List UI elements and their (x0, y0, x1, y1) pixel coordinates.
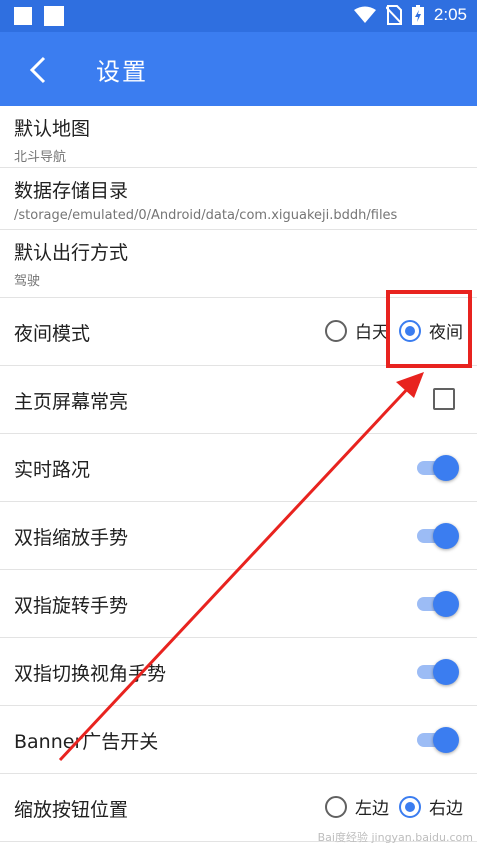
radio-button-selected[interactable] (399, 795, 421, 818)
radio-day[interactable]: 白天 (325, 318, 389, 343)
setting-value: /storage/emulated/0/Android/data/com.xig… (14, 208, 398, 223)
setting-travel-mode[interactable]: 默认出行方式 驾驶 (0, 230, 477, 298)
status-bar: 2:05 (0, 0, 477, 32)
setting-storage-dir[interactable]: 数据存储目录 /storage/emulated/0/Android/data/… (0, 168, 477, 230)
radio-right[interactable]: 右边 (399, 794, 463, 819)
setting-pinch-zoom[interactable]: 双指缩放手势 (0, 502, 477, 570)
setting-rotate[interactable]: 双指旋转手势 (0, 570, 477, 638)
settings-list: 默认地图 北斗导航 数据存储目录 /storage/emulated/0/And… (0, 106, 477, 842)
radio-label: 白天 (355, 323, 389, 343)
watermark: Bai度经验 jingyan.baidu.com (317, 831, 473, 844)
radio-label: 右边 (429, 799, 463, 819)
setting-default-map[interactable]: 默认地图 北斗导航 (0, 106, 477, 168)
setting-label: 默认地图 (14, 118, 91, 140)
radio-left[interactable]: 左边 (325, 794, 389, 819)
banner-ads-switch[interactable] (415, 727, 459, 753)
keep-screen-on-checkbox[interactable] (433, 388, 455, 410)
setting-value: 驾驶 (14, 274, 41, 289)
radio-label: 左边 (355, 799, 389, 819)
radio-button[interactable] (325, 795, 347, 818)
pinch-zoom-switch[interactable] (415, 523, 459, 549)
app-bar: 设置 (0, 32, 477, 106)
rotate-switch[interactable] (415, 591, 459, 617)
page-title: 设置 (96, 58, 148, 86)
back-button[interactable] (20, 50, 60, 90)
setting-label: 实时路况 (14, 459, 91, 481)
notification-icon (44, 6, 64, 26)
setting-label: 双指切换视角手势 (14, 663, 167, 685)
setting-tilt[interactable]: 双指切换视角手势 (0, 638, 477, 706)
radio-button-selected[interactable] (399, 319, 421, 342)
radio-night[interactable]: 夜间 (399, 318, 463, 343)
setting-label: 双指旋转手势 (14, 595, 129, 617)
chevron-left-icon (29, 56, 46, 84)
traffic-switch[interactable] (415, 455, 459, 481)
setting-label: 默认出行方式 (14, 242, 129, 264)
setting-value: 北斗导航 (14, 150, 67, 165)
radio-button[interactable] (325, 319, 347, 342)
notification-icon (14, 7, 32, 25)
setting-traffic[interactable]: 实时路况 (0, 434, 477, 502)
setting-keep-screen-on[interactable]: 主页屏幕常亮 (0, 366, 477, 434)
radio-label: 夜间 (429, 323, 463, 343)
wifi-icon (353, 6, 376, 23)
setting-label: 双指缩放手势 (14, 527, 129, 549)
status-time: 2:05 (433, 5, 467, 24)
no-sim-icon (385, 5, 402, 25)
setting-banner-ads[interactable]: Banner广告开关 (0, 706, 477, 774)
setting-label: 夜间模式 (14, 323, 91, 345)
battery-charging-icon (411, 5, 424, 25)
setting-label: 数据存储目录 (14, 180, 129, 202)
setting-label: 缩放按钮位置 (14, 799, 129, 821)
setting-label: Banner广告开关 (14, 731, 159, 753)
setting-night-mode: 夜间模式 白天 夜间 (0, 298, 477, 366)
setting-label: 主页屏幕常亮 (14, 391, 129, 413)
tilt-switch[interactable] (415, 659, 459, 685)
